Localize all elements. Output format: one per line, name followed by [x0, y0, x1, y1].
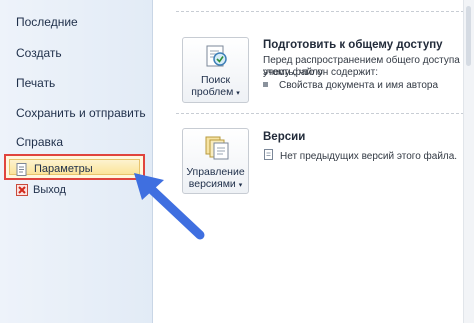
sidebar-item-label: Справка	[16, 135, 64, 149]
check-issues-label-1: Поиск	[200, 74, 231, 86]
sidebar-item-save-send[interactable]: Сохранить и отправить	[0, 102, 152, 124]
prepare-desc-line2: учесть, что он содержит:	[263, 67, 379, 78]
divider	[176, 11, 474, 12]
sidebar-item-label: Выход	[33, 184, 66, 196]
sidebar-item-label: Создать	[16, 46, 62, 60]
divider	[176, 113, 474, 114]
versions-icon	[205, 136, 229, 160]
vertical-scrollbar[interactable]	[463, 0, 474, 323]
bullet-icon	[263, 82, 268, 87]
sidebar-item-recent[interactable]: Последние	[0, 11, 152, 33]
scrollbar-thumb[interactable]	[466, 6, 471, 66]
sidebar-item-label: Сохранить и отправить	[16, 106, 146, 120]
sidebar-item-label: Печать	[16, 76, 56, 90]
backstage-content: Поиск проблем ▾ Подготовить к общему дос…	[153, 0, 474, 323]
chevron-down-icon: ▾	[236, 90, 240, 97]
check-issues-label-text: проблем	[191, 86, 234, 98]
prepare-bullet: Свойства документа и имя автора	[263, 80, 438, 92]
check-issues-button[interactable]: Поиск проблем ▾	[182, 37, 249, 103]
sidebar-item-new[interactable]: Создать	[0, 42, 152, 64]
inspect-document-icon	[206, 45, 227, 67]
check-issues-label-2: проблем ▾	[183, 86, 248, 100]
pointer-arrow-icon	[134, 173, 205, 240]
sidebar-item-print[interactable]: Печать	[0, 72, 152, 94]
document-icon	[264, 149, 273, 160]
document-options-icon	[16, 163, 27, 176]
versions-title: Версии	[263, 131, 306, 143]
versions-text: Нет предыдущих версий этого файла.	[280, 151, 458, 162]
backstage-sidebar: Последние Создать Печать Сохранить и отп…	[0, 0, 153, 323]
close-icon	[16, 184, 28, 196]
chevron-down-icon: ▾	[238, 182, 243, 189]
sidebar-item-label: Последние	[16, 15, 78, 29]
sidebar-item-help[interactable]: Справка	[0, 131, 152, 153]
prepare-title: Подготовить к общему доступу	[263, 39, 443, 51]
prepare-bullet-text: Свойства документа и имя автора	[279, 80, 439, 91]
versions-info: Нет предыдущих версий этого файла.	[263, 149, 457, 163]
sidebar-item-label: Параметры	[34, 163, 93, 175]
